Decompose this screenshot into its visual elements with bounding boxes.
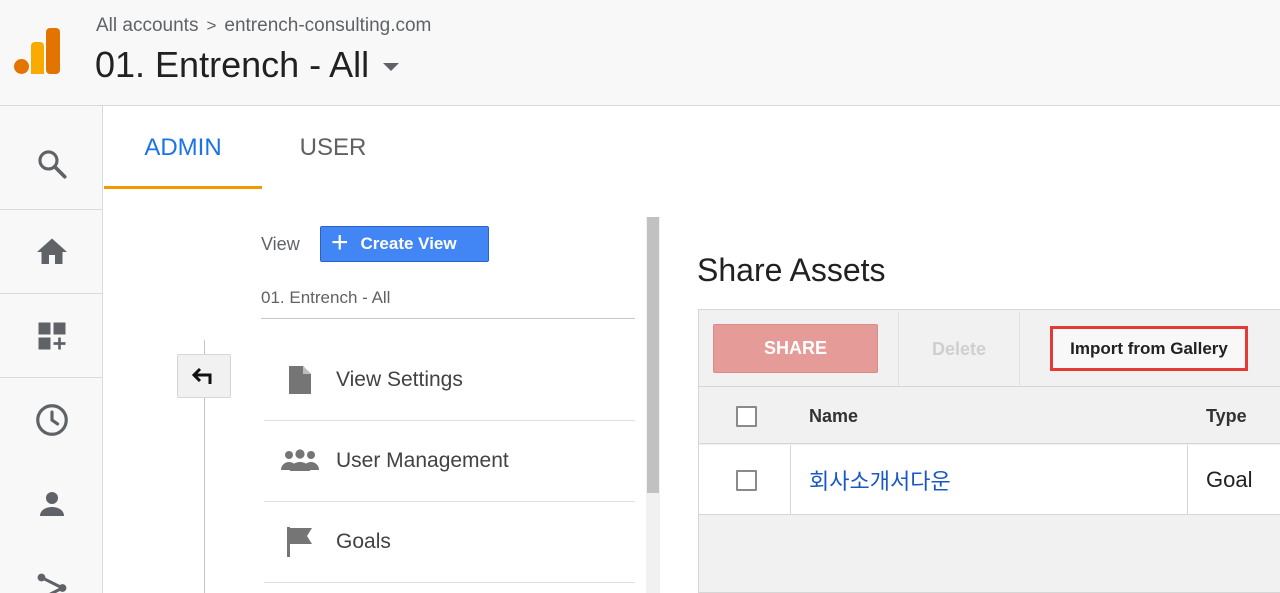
menu-user-management[interactable]: User Management	[264, 421, 635, 502]
breadcrumb-separator: >	[206, 16, 217, 35]
app-header: All accounts > entrench-consulting.com 0…	[0, 0, 1280, 106]
breadcrumb: All accounts > entrench-consulting.com	[96, 15, 431, 37]
flag-icon	[264, 525, 336, 559]
select-all-checkbox[interactable]	[736, 406, 757, 427]
rail-audience[interactable]	[0, 462, 103, 546]
breadcrumb-property[interactable]: entrench-consulting.com	[224, 15, 431, 37]
asset-name-link[interactable]: 회사소개서다운	[809, 445, 951, 515]
column-divider	[790, 445, 791, 515]
plus-icon: +	[331, 226, 349, 259]
customization-icon	[38, 322, 65, 349]
column-divider	[1187, 445, 1188, 515]
page-title: Share Assets	[697, 252, 886, 288]
users-icon	[264, 448, 336, 474]
menu-view-settings-label: View Settings	[336, 368, 463, 391]
view-column-label: View	[261, 234, 300, 254]
rail-home[interactable]	[0, 210, 103, 294]
tab-user[interactable]: USER	[262, 106, 404, 190]
clock-icon	[35, 404, 68, 436]
view-selector-label: 01. Entrench - All	[95, 44, 370, 85]
search-icon	[37, 149, 67, 179]
menu-goals[interactable]: Goals	[264, 502, 635, 583]
left-nav-rail	[0, 106, 103, 593]
row-checkbox[interactable]	[736, 470, 757, 491]
breadcrumb-all-accounts[interactable]: All accounts	[96, 15, 198, 37]
share-button[interactable]: SHARE	[713, 324, 878, 373]
dropdown-caret-icon	[383, 63, 400, 71]
menu-view-settings[interactable]: View Settings	[264, 340, 635, 421]
collapse-back-button[interactable]	[177, 354, 231, 398]
active-tab-indicator	[104, 186, 262, 189]
person-icon	[39, 492, 64, 516]
column-header-name[interactable]: Name	[809, 388, 858, 444]
column-header-type[interactable]: Type	[1206, 388, 1247, 444]
view-dropdown[interactable]: 01. Entrench - All	[261, 288, 635, 319]
table-row: 회사소개서다운 Goal	[699, 445, 1280, 515]
admin-scrollbar-thumb[interactable]	[647, 217, 659, 493]
back-arrow-icon	[191, 367, 212, 384]
rail-search[interactable]	[0, 118, 103, 210]
menu-user-management-label: User Management	[336, 449, 509, 472]
delete-button[interactable]: Delete	[898, 312, 1020, 386]
import-from-gallery-button[interactable]: Import from Gallery	[1050, 326, 1248, 371]
asset-type: Goal	[1206, 467, 1253, 492]
admin-user-tabs: ADMIN USER	[104, 106, 1280, 190]
rail-customization[interactable]	[0, 294, 103, 378]
rail-acquisition[interactable]	[0, 546, 103, 593]
acquisition-icon	[37, 573, 66, 593]
create-view-label: Create View	[360, 234, 457, 253]
create-view-button[interactable]: + Create View	[320, 226, 489, 262]
rail-realtime[interactable]	[0, 378, 103, 462]
analytics-logo-icon[interactable]	[14, 28, 60, 74]
view-selector[interactable]: 01. Entrench - All	[95, 44, 400, 86]
document-icon	[264, 364, 336, 396]
table-header: Name Type	[699, 388, 1280, 444]
tab-admin[interactable]: ADMIN	[104, 106, 262, 190]
home-icon	[36, 238, 67, 264]
menu-goals-label: Goals	[336, 530, 391, 553]
